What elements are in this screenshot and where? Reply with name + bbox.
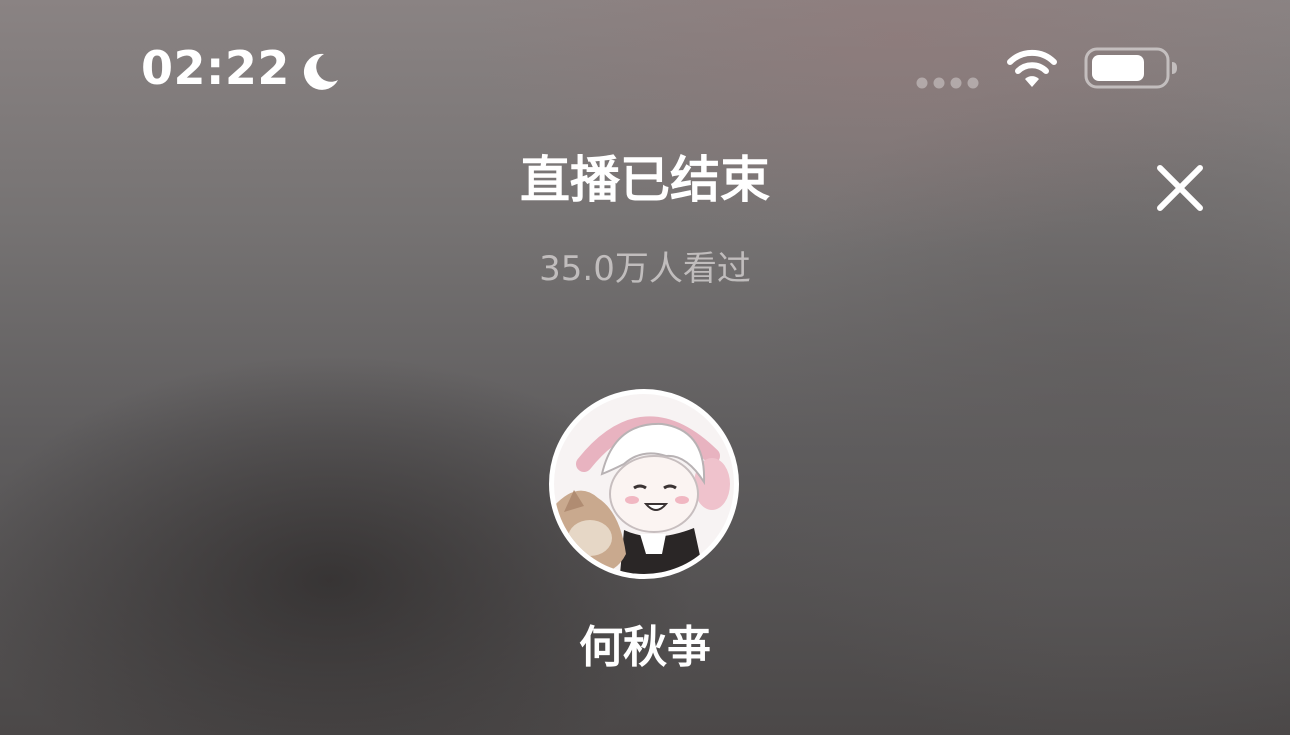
signal-icon — [916, 77, 979, 89]
viewer-count: 35.0万人看过 — [539, 249, 751, 289]
battery-icon — [1084, 47, 1177, 89]
close-icon — [1157, 165, 1203, 211]
wifi-icon — [1007, 49, 1057, 87]
moon-icon — [303, 53, 338, 90]
status-bar-time: 02:22 — [141, 41, 290, 95]
page-title: 直播已结束 — [520, 151, 770, 209]
avatar-icon — [554, 394, 734, 574]
host-avatar[interactable] — [549, 389, 739, 579]
close-button[interactable] — [1150, 160, 1210, 216]
host-name[interactable]: 何秋亊 — [0, 620, 1290, 676]
